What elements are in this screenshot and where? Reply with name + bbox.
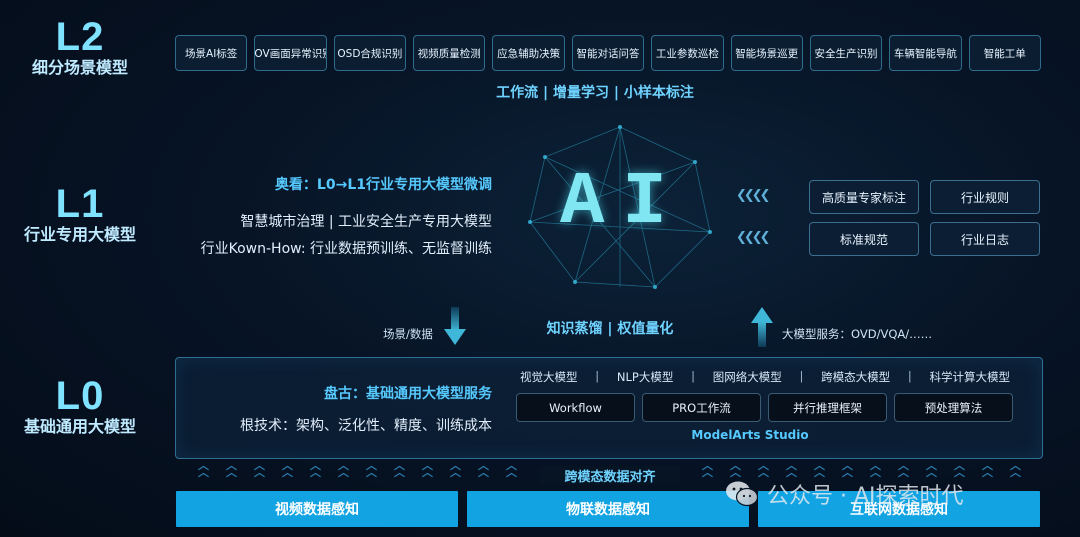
- standards-button[interactable]: 标准规范: [809, 222, 919, 256]
- chevron-up-icon: ︿ ︿: [982, 459, 993, 479]
- level-name: 基础通用大模型: [23, 417, 136, 436]
- chevron-up-icon: ︿ ︿: [282, 459, 293, 479]
- distill-label: 知识蒸馏 | 权值量化: [546, 321, 674, 337]
- arrow-up-icon: [751, 307, 773, 347]
- chevron-up-icon: ︿ ︿: [254, 459, 265, 479]
- chevron-up-icon: ︿ ︿: [926, 459, 937, 479]
- level-name: 行业专用大模型: [23, 225, 136, 244]
- model-item: 图网络大模型: [712, 370, 782, 384]
- chevron-up-icon: ︿ ︿: [478, 459, 489, 479]
- scene-chip: 智能工单: [968, 35, 1041, 71]
- foundation-model-list: 视觉大模型 | NLP大模型 | 图网络大模型 | 跨模态大模型 | 科学计算大模型: [520, 369, 1010, 384]
- chevron-up-icon: ︿ ︿: [702, 459, 713, 479]
- expert-annotation-button[interactable]: 高质量专家标注: [809, 180, 919, 214]
- chevron-up-icon: ︿ ︿: [758, 459, 769, 479]
- preprocessing-tool[interactable]: 预处理算法: [894, 393, 1013, 422]
- scene-chip: 工业参数巡检: [651, 35, 724, 71]
- chevron-up-icon: ︿ ︿: [366, 459, 377, 479]
- parallel-inference-tool[interactable]: 并行推理框架: [768, 393, 887, 422]
- chevron-up-icon: ︿ ︿: [310, 459, 321, 479]
- level-code: L2: [55, 15, 105, 59]
- up-arrow-label: 大模型服务：OVD/VQA/……: [782, 327, 933, 341]
- chevron-up-icon: ︿ ︿: [954, 459, 965, 479]
- level-l1: L1 行业专用大模型: [0, 183, 160, 245]
- chevron-up-icon: ︿ ︿: [226, 459, 237, 479]
- level-l0: L0 基础通用大模型: [0, 375, 160, 437]
- l1-title: 奥看：L0→L1行业专用大模型微调: [274, 177, 492, 193]
- chevron-up-icon: ︿ ︿: [842, 459, 853, 479]
- model-item: NLP大模型: [616, 370, 674, 384]
- l0-title: 盘古：基础通用大模型服务: [324, 386, 492, 402]
- iot-data-source: 物联数据感知: [467, 491, 749, 527]
- double-chevron-left-icon: ❮❮❮❮: [736, 188, 771, 203]
- l1-line-2: 行业Kown-How: 行业数据预训练、无监督训练: [200, 241, 492, 257]
- scene-chip: 应急辅助决策: [492, 35, 565, 71]
- chevron-up-icon: ︿ ︿: [870, 459, 881, 479]
- scene-chip: 视频质量检测: [413, 35, 486, 71]
- workflow-tool[interactable]: Workflow: [516, 393, 635, 422]
- chevron-up-icon: ︿ ︿: [898, 459, 909, 479]
- level-l2: L2 细分场景模型: [0, 16, 160, 78]
- down-arrow-label: 场景/数据: [383, 327, 433, 341]
- pro-workflow-tool[interactable]: PRO工作流: [642, 393, 761, 422]
- scene-chip-row: 场景AI标签 FOV画面异常识别 OSD合规识别 视频质量检测 应急辅助决策 智…: [175, 35, 1041, 71]
- chevron-up-icon: ︿ ︿: [1010, 459, 1021, 479]
- level-code: L1: [55, 182, 105, 226]
- ai-label: AI: [560, 161, 685, 245]
- chevron-up-icon: ︿ ︿: [450, 459, 461, 479]
- align-label: 跨模态数据对齐: [540, 466, 680, 485]
- chevron-up-icon: ︿ ︿: [198, 459, 209, 479]
- watermark-text: 公众号 · AI探索时代: [767, 484, 964, 509]
- scene-chip: 安全生产识别: [809, 35, 883, 71]
- wechat-icon: [726, 481, 759, 507]
- arrow-down-icon: [444, 307, 466, 345]
- watermark: 公众号 · AI探索时代: [725, 478, 964, 510]
- chevron-up-icon: ︿ ︿: [506, 459, 517, 479]
- l2-subtitle: 工作流 | 增量学习 | 小样本标注: [496, 85, 694, 101]
- model-item: 跨模态大模型: [821, 370, 891, 384]
- l0-root-tech: 根技术：架构、泛化性、精度、训练成本: [240, 418, 492, 434]
- l1-line-1: 智慧城市治理 | 工业安全生产专用大模型: [240, 214, 492, 230]
- chevron-up-icon: ︿ ︿: [814, 459, 825, 479]
- platform-label: ModelArts Studio: [691, 428, 809, 442]
- chevron-up-icon: ︿ ︿: [338, 459, 349, 479]
- industry-logs-button[interactable]: 行业日志: [930, 222, 1040, 256]
- scene-chip: OSD合规识别: [333, 35, 407, 71]
- scene-chip: 智能对话问答: [571, 35, 645, 71]
- chevron-up-icon: ︿ ︿: [394, 459, 405, 479]
- scene-chip: 智能场景巡更: [730, 35, 803, 71]
- model-item: 科学计算大模型: [929, 370, 1010, 384]
- double-chevron-left-icon: ❮❮❮❮: [736, 230, 771, 245]
- scene-chip: 车辆智能导航: [889, 35, 962, 71]
- video-data-source: 视频数据感知: [176, 491, 458, 527]
- scene-chip: FOV画面异常识别: [254, 35, 327, 71]
- level-code: L0: [55, 374, 105, 418]
- chevron-up-icon: ︿ ︿: [730, 459, 741, 479]
- model-item: 视觉大模型: [520, 370, 578, 384]
- chevron-up-icon: ︿ ︿: [786, 459, 797, 479]
- level-name: 细分场景模型: [31, 58, 128, 77]
- scene-chip: 场景AI标签: [175, 35, 248, 71]
- industry-rules-button[interactable]: 行业规则: [930, 180, 1040, 214]
- chevron-up-icon: ︿ ︿: [422, 459, 433, 479]
